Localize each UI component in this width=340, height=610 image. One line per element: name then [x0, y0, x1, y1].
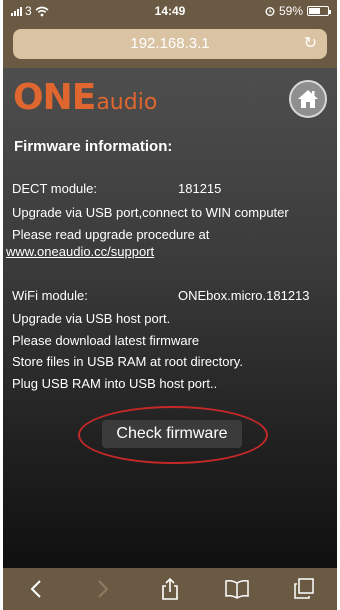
reload-icon[interactable]: ↻ [304, 29, 317, 59]
battery-icon [307, 6, 331, 16]
dect-procedure-text: Please read upgrade procedure at [12, 227, 210, 242]
home-button[interactable] [289, 80, 327, 118]
wifi-value: ONEbox.micro.181213 [178, 288, 310, 303]
tabs-icon[interactable] [284, 574, 324, 604]
wifi-download-text: Please download latest firmware [12, 333, 200, 348]
dect-label: DECT module: [12, 181, 98, 196]
dect-value: 181215 [178, 181, 222, 196]
forward-icon[interactable] [83, 574, 123, 604]
wifi-label: WiFi module: [12, 288, 88, 303]
wifi-upgrade-text: Upgrade via USB host port. [12, 311, 171, 326]
logo-audio-text: audio [96, 90, 158, 115]
battery-percent: 59% [278, 4, 303, 18]
wifi-store-text: Store files in USB RAM at root directory… [12, 354, 243, 369]
wifi-plug-text: Plug USB RAM into USB host port.. [12, 376, 218, 391]
page-title: Firmware information: [14, 138, 173, 155]
logo-one-text: ONE [13, 77, 96, 118]
page-content: ONE audio Firmware information: DECT mod… [3, 68, 337, 568]
url-text: 192.168.3.1 [130, 35, 210, 52]
home-icon [298, 90, 318, 108]
alarm-icon [265, 7, 275, 16]
back-icon[interactable] [16, 574, 56, 604]
address-bar-area: 192.168.3.1 ↻ [3, 22, 337, 68]
dect-module-row: DECT module: 181215 [12, 181, 221, 196]
support-link[interactable]: www.oneaudio.cc/support [6, 244, 154, 259]
battery-group: 59% [265, 4, 331, 18]
oneaudio-logo: ONE audio [13, 80, 157, 116]
status-bar: 3 14:49 59% [3, 0, 337, 22]
dect-upgrade-text: Upgrade via USB port,connect to WIN comp… [12, 205, 289, 220]
bookmarks-icon[interactable] [217, 574, 257, 604]
phone-screen: 3 14:49 59% 192.168.3.1 ↻ ONE audio Firm… [3, 0, 337, 610]
address-bar[interactable]: 192.168.3.1 ↻ [13, 29, 327, 59]
wifi-module-row: WiFi module: ONEbox.micro.181213 [12, 288, 310, 303]
check-firmware-button[interactable]: Check firmware [102, 420, 242, 448]
browser-toolbar [3, 568, 337, 610]
share-icon[interactable] [150, 574, 190, 604]
